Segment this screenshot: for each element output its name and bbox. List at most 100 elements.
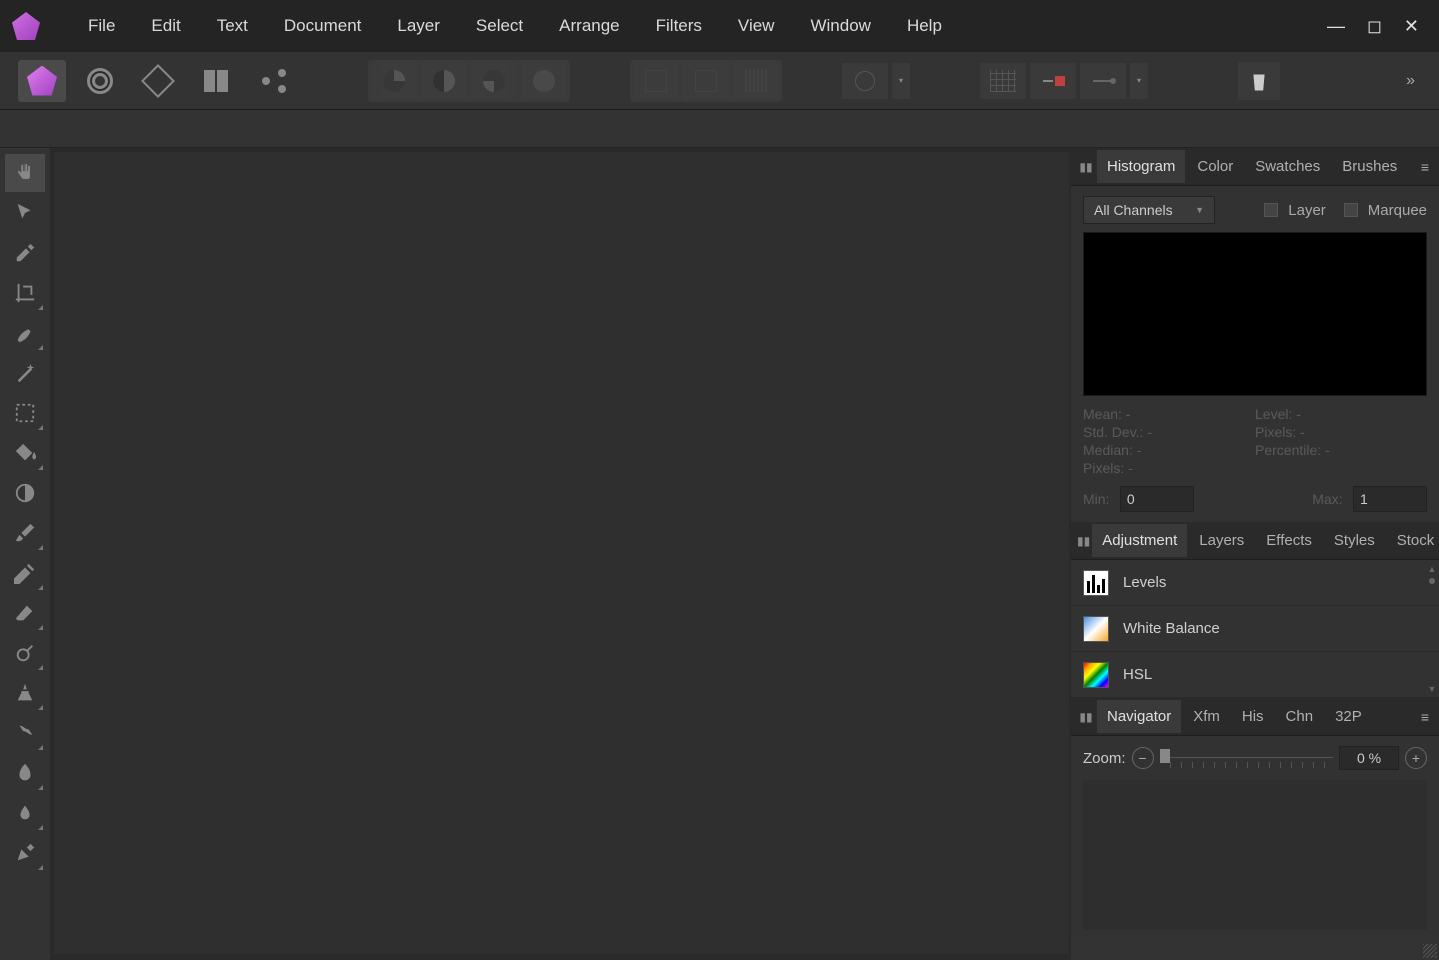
toolbar-doc-2[interactable] <box>683 63 729 99</box>
pencil-tool[interactable] <box>5 554 45 592</box>
toolbar-shape-1[interactable] <box>371 63 417 99</box>
panel-collapse-button[interactable]: ▮▮ <box>1077 156 1095 178</box>
tab-styles[interactable]: Styles <box>1324 524 1385 557</box>
menu-filters[interactable]: Filters <box>638 10 720 42</box>
snapping-grid-button[interactable] <box>980 63 1026 99</box>
zoom-slider-thumb[interactable] <box>1160 749 1170 763</box>
tab-32p[interactable]: 32P <box>1325 700 1372 733</box>
app-icon <box>12 12 40 40</box>
close-button[interactable]: ✕ <box>1404 16 1419 37</box>
adjustment-hsl[interactable]: HSL <box>1071 652 1439 698</box>
menu-select[interactable]: Select <box>458 10 541 42</box>
magic-wand-tool[interactable] <box>5 354 45 392</box>
tab-brushes[interactable]: Brushes <box>1332 150 1407 183</box>
navigator-preview[interactable] <box>1083 780 1427 930</box>
move-tool[interactable] <box>5 194 45 232</box>
grid-icon <box>990 70 1016 92</box>
snapping-point-button[interactable] <box>1080 63 1126 99</box>
tab-swatches[interactable]: Swatches <box>1245 150 1330 183</box>
gradient-tool[interactable] <box>5 474 45 512</box>
menu-help[interactable]: Help <box>889 10 960 42</box>
panel-menu-button[interactable]: ≡ <box>1417 705 1433 729</box>
persona-develop-button[interactable] <box>134 60 182 102</box>
toolbar-overflow-button[interactable]: » <box>1400 72 1421 90</box>
persona-photo-button[interactable] <box>18 60 66 102</box>
menu-document[interactable]: Document <box>266 10 379 42</box>
tab-chn[interactable]: Chn <box>1276 700 1324 733</box>
tab-his[interactable]: His <box>1232 700 1274 733</box>
toolbar-doc-1[interactable] <box>633 63 679 99</box>
tab-layers[interactable]: Layers <box>1189 524 1254 557</box>
document-canvas[interactable] <box>54 152 1069 954</box>
menu-text[interactable]: Text <box>199 10 266 42</box>
quick-mask-button[interactable] <box>842 63 888 99</box>
clone-icon <box>14 682 36 704</box>
tab-stock[interactable]: Stock <box>1387 524 1439 557</box>
toolbar-doc-3[interactable] <box>733 63 779 99</box>
tab-navigator[interactable]: Navigator <box>1097 700 1181 733</box>
menu-view[interactable]: View <box>720 10 793 42</box>
adjustment-scrollbar[interactable]: ▲ ▼ <box>1427 564 1437 694</box>
smudge-tool[interactable] <box>5 754 45 792</box>
min-input[interactable] <box>1120 486 1194 512</box>
scroll-up-icon: ▲ <box>1428 564 1437 574</box>
marquee-tool[interactable] <box>5 394 45 432</box>
erase-brush-tool[interactable] <box>5 594 45 632</box>
flood-fill-tool[interactable] <box>5 434 45 472</box>
tab-histogram[interactable]: Histogram <box>1097 150 1185 183</box>
stat-stddev: Std. Dev.: - <box>1083 424 1255 440</box>
paint-brush-tool[interactable] <box>5 514 45 552</box>
persona-export-button[interactable] <box>250 60 298 102</box>
menu-layer[interactable]: Layer <box>379 10 458 42</box>
panel-group-3-tabs: ▮▮ Navigator Xfm His Chn 32P ≡ <box>1071 698 1439 736</box>
tab-xfm[interactable]: Xfm <box>1183 700 1230 733</box>
histogram-panel: All Channels ▼ Layer Marquee Mean: - Lev… <box>1071 186 1439 522</box>
layer-checkbox[interactable] <box>1264 203 1278 217</box>
toolbar-shape-4[interactable] <box>521 63 567 99</box>
toolbar-shape-2[interactable] <box>421 63 467 99</box>
tab-effects[interactable]: Effects <box>1256 524 1322 557</box>
minimize-button[interactable]: — <box>1327 16 1345 37</box>
delete-button[interactable] <box>1238 62 1280 100</box>
zoom-slider[interactable] <box>1160 747 1333 769</box>
selection-brush-tool[interactable] <box>5 314 45 352</box>
menu-arrange[interactable]: Arrange <box>541 10 637 42</box>
tab-color[interactable]: Color <box>1187 150 1243 183</box>
snapping-dropdown[interactable]: ▾ <box>1130 63 1148 99</box>
inpaint-tool[interactable] <box>5 714 45 752</box>
menu-window[interactable]: Window <box>792 10 888 42</box>
quick-mask-dropdown[interactable]: ▾ <box>892 63 910 99</box>
blur-icon <box>14 802 36 824</box>
crop-tool[interactable] <box>5 274 45 312</box>
marquee-checkbox-label: Marquee <box>1368 202 1427 219</box>
channels-dropdown[interactable]: All Channels ▼ <box>1083 196 1215 224</box>
panel-collapse-button[interactable]: ▮▮ <box>1077 706 1095 728</box>
window-resize-grip[interactable] <box>1423 944 1437 958</box>
toolbar-shape-3[interactable] <box>471 63 517 99</box>
maximize-button[interactable]: ◻ <box>1367 16 1382 37</box>
adjustment-levels[interactable]: Levels <box>1071 560 1439 606</box>
persona-tone-button[interactable] <box>192 60 240 102</box>
dodge-tool[interactable] <box>5 634 45 672</box>
marquee-checkbox[interactable] <box>1344 203 1358 217</box>
toolbar-group-doc <box>630 60 782 102</box>
menu-edit[interactable]: Edit <box>133 10 198 42</box>
snapping-force-button[interactable] <box>1030 63 1076 99</box>
adjustment-white-balance[interactable]: White Balance <box>1071 606 1439 652</box>
clone-tool[interactable] <box>5 674 45 712</box>
tab-adjustment[interactable]: Adjustment <box>1092 524 1187 557</box>
view-tool[interactable] <box>5 154 45 192</box>
persona-liquify-button[interactable] <box>76 60 124 102</box>
color-picker-tool[interactable] <box>5 234 45 272</box>
stat-mean: Mean: - <box>1083 406 1255 422</box>
panel-menu-button[interactable]: ≡ <box>1417 155 1433 179</box>
zoom-in-button[interactable]: + <box>1405 747 1427 769</box>
zoom-value[interactable]: 0 % <box>1339 746 1399 770</box>
zoom-out-button[interactable]: − <box>1132 747 1154 769</box>
max-input[interactable] <box>1353 486 1427 512</box>
develop-persona-icon <box>141 64 175 98</box>
blur-tool[interactable] <box>5 794 45 832</box>
panel-collapse-button[interactable]: ▮▮ <box>1077 530 1090 552</box>
pen-tool[interactable] <box>5 834 45 872</box>
menu-file[interactable]: File <box>70 10 133 42</box>
